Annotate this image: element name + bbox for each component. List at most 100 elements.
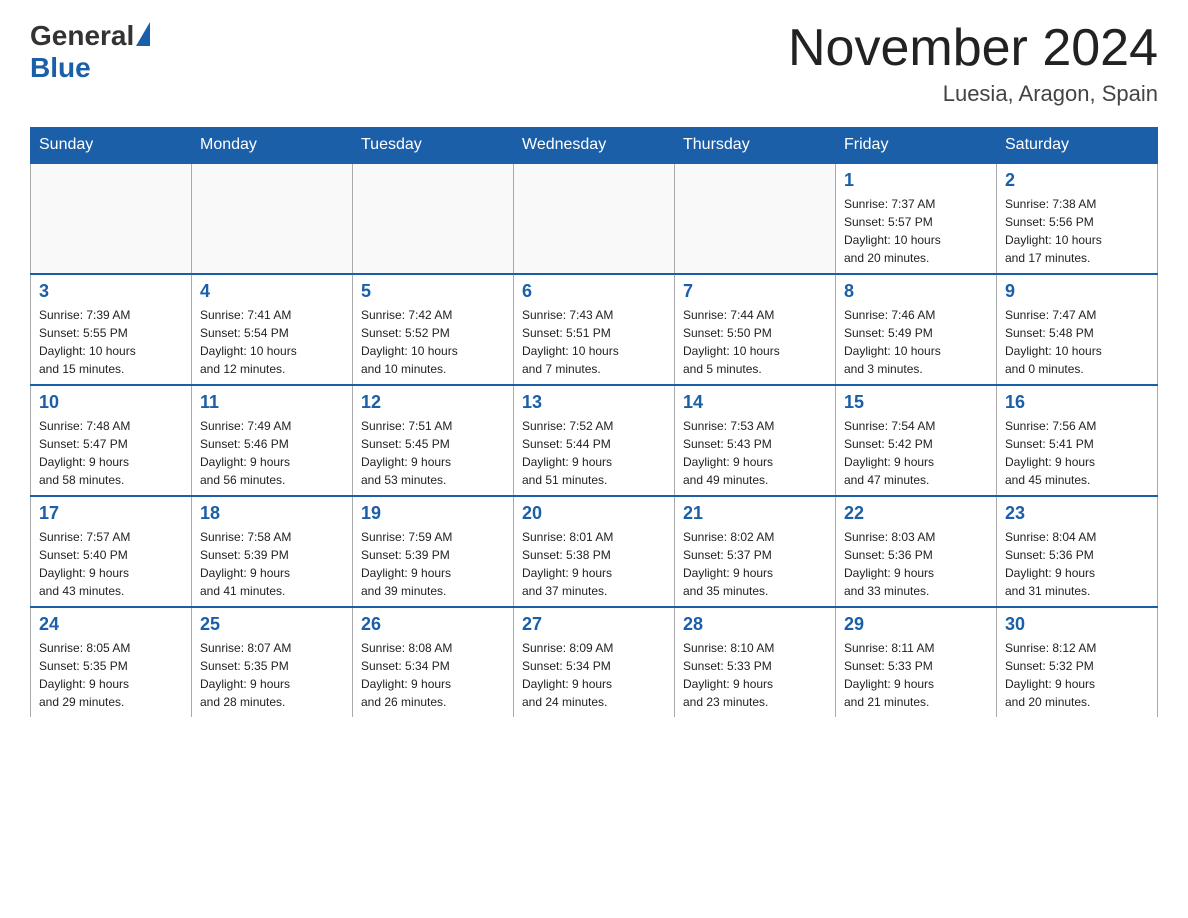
week-row-2: 3 Sunrise: 7:39 AM Sunset: 5:55 PM Daylig… bbox=[31, 274, 1158, 385]
calendar-cell-4-1: 25 Sunrise: 8:07 AM Sunset: 5:35 PM Dayli… bbox=[192, 607, 353, 717]
day-number-24: 24 bbox=[39, 614, 183, 635]
day-number-22: 22 bbox=[844, 503, 988, 524]
day-info-20: Sunrise: 8:01 AM Sunset: 5:38 PM Dayligh… bbox=[522, 528, 666, 600]
day-info-10: Sunrise: 7:48 AM Sunset: 5:47 PM Dayligh… bbox=[39, 417, 183, 489]
calendar-cell-0-5: 1 Sunrise: 7:37 AM Sunset: 5:57 PM Daylig… bbox=[836, 163, 997, 274]
day-number-19: 19 bbox=[361, 503, 505, 524]
day-number-9: 9 bbox=[1005, 281, 1149, 302]
calendar-cell-3-1: 18 Sunrise: 7:58 AM Sunset: 5:39 PM Dayli… bbox=[192, 496, 353, 607]
weekday-header-row: SundayMondayTuesdayWednesdayThursdayFrid… bbox=[31, 128, 1158, 164]
day-number-17: 17 bbox=[39, 503, 183, 524]
day-number-23: 23 bbox=[1005, 503, 1149, 524]
day-info-16: Sunrise: 7:56 AM Sunset: 5:41 PM Dayligh… bbox=[1005, 417, 1149, 489]
day-number-15: 15 bbox=[844, 392, 988, 413]
day-number-14: 14 bbox=[683, 392, 827, 413]
calendar-cell-1-2: 5 Sunrise: 7:42 AM Sunset: 5:52 PM Daylig… bbox=[353, 274, 514, 385]
day-info-11: Sunrise: 7:49 AM Sunset: 5:46 PM Dayligh… bbox=[200, 417, 344, 489]
calendar-cell-2-5: 15Sunrise: 7:54 AM Sunset: 5:42 PM Dayli… bbox=[836, 385, 997, 496]
day-number-5: 5 bbox=[361, 281, 505, 302]
day-number-13: 13 bbox=[522, 392, 666, 413]
day-number-10: 10 bbox=[39, 392, 183, 413]
day-info-9: Sunrise: 7:47 AM Sunset: 5:48 PM Dayligh… bbox=[1005, 306, 1149, 378]
day-number-1: 1 bbox=[844, 170, 988, 191]
day-info-1: Sunrise: 7:37 AM Sunset: 5:57 PM Dayligh… bbox=[844, 195, 988, 267]
calendar-cell-2-0: 10 Sunrise: 7:48 AM Sunset: 5:47 PM Dayli… bbox=[31, 385, 192, 496]
day-info-5: Sunrise: 7:42 AM Sunset: 5:52 PM Dayligh… bbox=[361, 306, 505, 378]
day-number-12: 12 bbox=[361, 392, 505, 413]
day-number-25: 25 bbox=[200, 614, 344, 635]
calendar-cell-1-1: 4Sunrise: 7:41 AM Sunset: 5:54 PM Daylig… bbox=[192, 274, 353, 385]
calendar-cell-1-5: 8 Sunrise: 7:46 AM Sunset: 5:49 PM Daylig… bbox=[836, 274, 997, 385]
calendar-cell-2-3: 13 Sunrise: 7:52 AM Sunset: 5:44 PM Dayli… bbox=[514, 385, 675, 496]
calendar-cell-3-3: 20Sunrise: 8:01 AM Sunset: 5:38 PM Dayli… bbox=[514, 496, 675, 607]
logo-flag-icon bbox=[136, 22, 150, 46]
weekday-header-tuesday: Tuesday bbox=[353, 128, 514, 164]
weekday-header-wednesday: Wednesday bbox=[514, 128, 675, 164]
calendar-cell-1-0: 3 Sunrise: 7:39 AM Sunset: 5:55 PM Daylig… bbox=[31, 274, 192, 385]
calendar-cell-0-3 bbox=[514, 163, 675, 274]
day-number-8: 8 bbox=[844, 281, 988, 302]
day-number-29: 29 bbox=[844, 614, 988, 635]
day-info-22: Sunrise: 8:03 AM Sunset: 5:36 PM Dayligh… bbox=[844, 528, 988, 600]
calendar-cell-2-4: 14 Sunrise: 7:53 AM Sunset: 5:43 PM Dayli… bbox=[675, 385, 836, 496]
week-row-4: 17 Sunrise: 7:57 AM Sunset: 5:40 PM Dayli… bbox=[31, 496, 1158, 607]
week-row-3: 10 Sunrise: 7:48 AM Sunset: 5:47 PM Dayli… bbox=[31, 385, 1158, 496]
calendar-cell-2-2: 12 Sunrise: 7:51 AM Sunset: 5:45 PM Dayli… bbox=[353, 385, 514, 496]
calendar-cell-3-6: 23 Sunrise: 8:04 AM Sunset: 5:36 PM Dayli… bbox=[997, 496, 1158, 607]
calendar-cell-0-4 bbox=[675, 163, 836, 274]
week-row-5: 24 Sunrise: 8:05 AM Sunset: 5:35 PM Dayli… bbox=[31, 607, 1158, 717]
day-number-2: 2 bbox=[1005, 170, 1149, 191]
calendar-cell-3-0: 17 Sunrise: 7:57 AM Sunset: 5:40 PM Dayli… bbox=[31, 496, 192, 607]
month-title: November 2024 bbox=[788, 20, 1158, 77]
day-number-16: 16 bbox=[1005, 392, 1149, 413]
calendar-cell-3-2: 19 Sunrise: 7:59 AM Sunset: 5:39 PM Dayli… bbox=[353, 496, 514, 607]
weekday-header-friday: Friday bbox=[836, 128, 997, 164]
day-info-6: Sunrise: 7:43 AM Sunset: 5:51 PM Dayligh… bbox=[522, 306, 666, 378]
calendar-table: SundayMondayTuesdayWednesdayThursdayFrid… bbox=[30, 127, 1158, 717]
calendar-cell-3-4: 21Sunrise: 8:02 AM Sunset: 5:37 PM Dayli… bbox=[675, 496, 836, 607]
title-area: November 2024 Luesia, Aragon, Spain bbox=[788, 20, 1158, 107]
day-info-30: Sunrise: 8:12 AM Sunset: 5:32 PM Dayligh… bbox=[1005, 639, 1149, 711]
calendar-cell-2-1: 11 Sunrise: 7:49 AM Sunset: 5:46 PM Dayli… bbox=[192, 385, 353, 496]
logo-general-text: General bbox=[30, 20, 134, 52]
calendar-cell-4-2: 26Sunrise: 8:08 AM Sunset: 5:34 PM Dayli… bbox=[353, 607, 514, 717]
day-info-23: Sunrise: 8:04 AM Sunset: 5:36 PM Dayligh… bbox=[1005, 528, 1149, 600]
weekday-header-sunday: Sunday bbox=[31, 128, 192, 164]
day-info-8: Sunrise: 7:46 AM Sunset: 5:49 PM Dayligh… bbox=[844, 306, 988, 378]
weekday-header-monday: Monday bbox=[192, 128, 353, 164]
day-info-18: Sunrise: 7:58 AM Sunset: 5:39 PM Dayligh… bbox=[200, 528, 344, 600]
day-number-7: 7 bbox=[683, 281, 827, 302]
logo: General Blue bbox=[30, 20, 152, 84]
day-number-3: 3 bbox=[39, 281, 183, 302]
calendar-cell-3-5: 22 Sunrise: 8:03 AM Sunset: 5:36 PM Dayli… bbox=[836, 496, 997, 607]
day-number-30: 30 bbox=[1005, 614, 1149, 635]
day-info-3: Sunrise: 7:39 AM Sunset: 5:55 PM Dayligh… bbox=[39, 306, 183, 378]
day-info-4: Sunrise: 7:41 AM Sunset: 5:54 PM Dayligh… bbox=[200, 306, 344, 378]
day-number-6: 6 bbox=[522, 281, 666, 302]
page-header: General Blue November 2024 Luesia, Arago… bbox=[30, 20, 1158, 107]
day-info-13: Sunrise: 7:52 AM Sunset: 5:44 PM Dayligh… bbox=[522, 417, 666, 489]
day-number-18: 18 bbox=[200, 503, 344, 524]
day-number-11: 11 bbox=[200, 392, 344, 413]
calendar-cell-1-4: 7Sunrise: 7:44 AM Sunset: 5:50 PM Daylig… bbox=[675, 274, 836, 385]
day-info-27: Sunrise: 8:09 AM Sunset: 5:34 PM Dayligh… bbox=[522, 639, 666, 711]
weekday-header-saturday: Saturday bbox=[997, 128, 1158, 164]
day-info-28: Sunrise: 8:10 AM Sunset: 5:33 PM Dayligh… bbox=[683, 639, 827, 711]
day-info-12: Sunrise: 7:51 AM Sunset: 5:45 PM Dayligh… bbox=[361, 417, 505, 489]
day-info-25: Sunrise: 8:07 AM Sunset: 5:35 PM Dayligh… bbox=[200, 639, 344, 711]
calendar-cell-4-5: 29 Sunrise: 8:11 AM Sunset: 5:33 PM Dayli… bbox=[836, 607, 997, 717]
day-info-21: Sunrise: 8:02 AM Sunset: 5:37 PM Dayligh… bbox=[683, 528, 827, 600]
day-info-19: Sunrise: 7:59 AM Sunset: 5:39 PM Dayligh… bbox=[361, 528, 505, 600]
calendar-cell-2-6: 16 Sunrise: 7:56 AM Sunset: 5:41 PM Dayli… bbox=[997, 385, 1158, 496]
day-info-24: Sunrise: 8:05 AM Sunset: 5:35 PM Dayligh… bbox=[39, 639, 183, 711]
day-number-27: 27 bbox=[522, 614, 666, 635]
calendar-cell-4-0: 24 Sunrise: 8:05 AM Sunset: 5:35 PM Dayli… bbox=[31, 607, 192, 717]
day-info-17: Sunrise: 7:57 AM Sunset: 5:40 PM Dayligh… bbox=[39, 528, 183, 600]
logo-blue-text: Blue bbox=[30, 52, 91, 83]
calendar-cell-4-6: 30 Sunrise: 8:12 AM Sunset: 5:32 PM Dayli… bbox=[997, 607, 1158, 717]
calendar-cell-4-4: 28Sunrise: 8:10 AM Sunset: 5:33 PM Dayli… bbox=[675, 607, 836, 717]
calendar-cell-4-3: 27 Sunrise: 8:09 AM Sunset: 5:34 PM Dayli… bbox=[514, 607, 675, 717]
day-info-29: Sunrise: 8:11 AM Sunset: 5:33 PM Dayligh… bbox=[844, 639, 988, 711]
day-info-14: Sunrise: 7:53 AM Sunset: 5:43 PM Dayligh… bbox=[683, 417, 827, 489]
location: Luesia, Aragon, Spain bbox=[788, 81, 1158, 107]
